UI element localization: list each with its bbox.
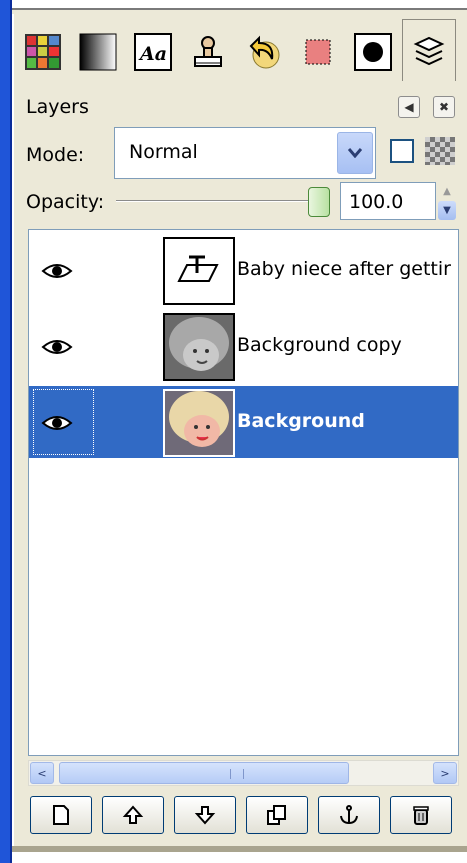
grip-icon (230, 769, 244, 779)
mode-select[interactable]: Normal (114, 127, 376, 179)
opacity-input[interactable]: 100.0 (340, 182, 436, 220)
undo-history-icon (249, 35, 280, 69)
up-arrow-icon (122, 805, 144, 824)
stamp-icon (194, 36, 222, 67)
raise-layer-button[interactable] (102, 796, 164, 834)
fonts-icon: Aa (134, 33, 172, 71)
text-layer-thumbnail (163, 237, 235, 305)
chevron-right-icon: > (440, 766, 450, 780)
delete-layer-button[interactable] (390, 796, 452, 834)
opacity-value: 100.0 (349, 191, 404, 213)
trash-icon (413, 806, 429, 825)
dock-tabs: Aa (14, 19, 459, 81)
tab-brushes[interactable] (346, 23, 400, 81)
tab-palette[interactable] (16, 23, 70, 81)
selection-icon (305, 39, 331, 65)
visibility-eye-icon[interactable] (41, 413, 73, 433)
new-layer-button[interactable] (30, 796, 92, 834)
baby-photo-gray-image (165, 315, 233, 379)
mode-value: Normal (129, 141, 198, 163)
duplicate-icon (267, 805, 286, 825)
palette-icon (25, 34, 61, 70)
scrollbar-thumb[interactable] (59, 762, 349, 784)
horizontal-scrollbar[interactable]: < > (28, 760, 459, 786)
lower-layer-button[interactable] (174, 796, 236, 834)
new-document-icon (53, 805, 69, 825)
layer-row[interactable]: Baby niece after gettir (29, 234, 458, 306)
close-tab-button[interactable]: ✖ (433, 96, 455, 118)
spin-down-icon[interactable]: ▼ (438, 201, 456, 220)
chevron-left-icon: < (37, 766, 47, 780)
layer-list[interactable]: Baby niece after gettir Background copy (28, 229, 459, 756)
close-icon: ✖ (438, 100, 450, 114)
alpha-checker-icon (425, 137, 455, 165)
bottom-strip (12, 852, 467, 863)
duplicate-layer-button[interactable] (246, 796, 308, 834)
layer-name: Background (237, 410, 365, 432)
anchor-icon (340, 805, 358, 825)
layer-name: Baby niece after gettir (237, 258, 451, 280)
dock-title: Layers (26, 96, 89, 118)
opacity-label: Opacity: (26, 191, 105, 213)
brush-dot-icon (354, 33, 392, 71)
gradient-icon (79, 33, 117, 71)
visibility-eye-icon[interactable] (41, 337, 73, 357)
opacity-slider-thumb[interactable] (308, 187, 330, 217)
triangle-left-icon: ◀ (404, 100, 414, 114)
opacity-slider-track[interactable] (116, 200, 316, 202)
mode-label: Mode: (26, 144, 85, 166)
tab-undo-history[interactable] (236, 23, 290, 81)
layer-row[interactable]: Background copy (29, 310, 458, 382)
chevron-down-icon (348, 148, 362, 158)
svg-text:Aa: Aa (138, 43, 167, 65)
visibility-eye-icon[interactable] (41, 261, 73, 281)
tab-menu-button[interactable]: ◀ (398, 96, 420, 118)
tab-fonts[interactable]: Aa (126, 23, 180, 81)
anchor-layer-button[interactable] (318, 796, 380, 834)
layer-name: Background copy (237, 334, 402, 356)
lock-alpha-checkbox[interactable] (390, 139, 414, 163)
layer-thumbnail-color (163, 389, 235, 457)
window-border (0, 0, 12, 863)
dropdown-button[interactable] (337, 132, 373, 174)
baby-photo-color-image (165, 391, 233, 455)
text-layer-icon (177, 255, 219, 282)
layers-icon (413, 36, 445, 65)
tab-selection-editor[interactable] (291, 23, 345, 81)
tab-gradients[interactable] (71, 23, 125, 81)
tab-layers[interactable] (402, 19, 456, 81)
opacity-spinner[interactable]: ▲ ▼ (438, 182, 456, 220)
layer-thumbnail-gray (163, 313, 235, 381)
layer-row-selected[interactable]: Background (29, 386, 458, 458)
scroll-left-button[interactable]: < (30, 762, 54, 784)
spin-up-icon[interactable]: ▲ (438, 182, 456, 201)
tab-tool-presets[interactable] (181, 23, 235, 81)
scroll-right-button[interactable]: > (433, 762, 457, 784)
down-arrow-icon (194, 806, 216, 825)
